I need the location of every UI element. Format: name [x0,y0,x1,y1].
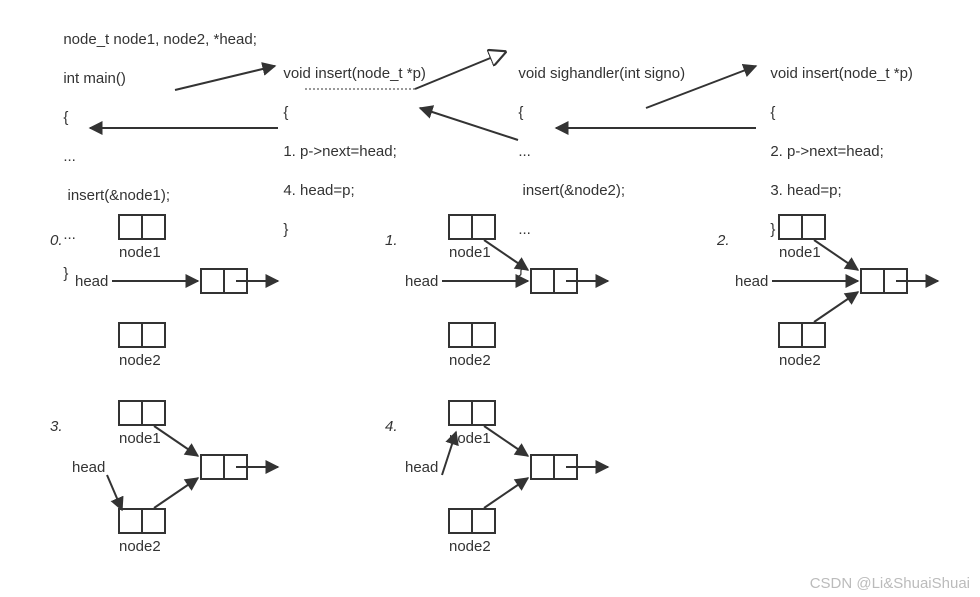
code-insert1: void insert(node_t *p) { 1. p->next=head… [275,44,426,239]
l1: 2. p->next=head; [770,143,883,160]
s0-node2-label: node2 [119,352,161,369]
s0-node1-label: node1 [119,244,161,261]
s2-node2-label: node2 [779,352,821,369]
brace: { [518,104,523,121]
brace: { [283,104,288,121]
s1-headnode [530,268,578,294]
insert2-sig: void insert(node_t *p) [770,65,913,82]
main-sig: int main() [63,70,126,87]
s0-node1 [118,214,166,240]
s4-node2 [448,508,496,534]
s3-node2-label: node2 [119,538,161,555]
ell: ... [518,221,531,238]
s2-headnode [860,268,908,294]
s3-head-label: head [72,459,105,476]
s2-head-label: head [735,273,768,290]
step-0: 0. [50,232,63,249]
code-insert2: void insert(node_t *p) { 2. p->next=head… [762,44,913,239]
step-3: 3. [50,418,63,435]
s3-headnode [200,454,248,480]
s4-node2-label: node2 [449,538,491,555]
brace: } [283,221,288,238]
brace: } [518,260,523,277]
sig-sig: void sighandler(int signo) [518,65,685,82]
s1-node1-label: node1 [449,244,491,261]
l2: 4. head=p; [283,182,354,199]
s2-node1 [778,214,826,240]
watermark: CSDN @Li&ShuaiShuai [810,575,970,592]
decl: node_t node1, node2, *head; [63,31,257,48]
call1: insert(&node1); [63,187,170,204]
s4-head-label: head [405,459,438,476]
s4-node1 [448,400,496,426]
brace: } [63,265,68,282]
s4-headnode [530,454,578,480]
ell: ... [518,143,531,160]
s0-head-label: head [75,273,108,290]
code-sighandler: void sighandler(int signo) { ... insert(… [510,44,685,278]
ell: ... [63,148,76,165]
code-main: node_t node1, node2, *head; int main() {… [55,10,257,283]
brace: { [770,104,775,121]
s3-node2 [118,508,166,534]
s0-node2 [118,322,166,348]
s4-node1-label: node1 [449,430,491,447]
sig-call: insert(&node2); [518,182,625,199]
step-4: 4. [385,418,398,435]
step-2: 2. [717,232,730,249]
s1-node2-label: node2 [449,352,491,369]
ell: ... [63,226,76,243]
step-1: 1. [385,232,398,249]
brace: { [63,109,68,126]
s2-node1-label: node1 [779,244,821,261]
brace: } [770,221,775,238]
s1-node1 [448,214,496,240]
s3-node1 [118,400,166,426]
s1-head-label: head [405,273,438,290]
s2-node2 [778,322,826,348]
s1-node2 [448,322,496,348]
l1: 1. p->next=head; [283,143,396,160]
s0-headnode [200,268,248,294]
insert1-sig: void insert(node_t *p) [283,65,426,82]
s3-node1-label: node1 [119,430,161,447]
l2: 3. head=p; [770,182,841,199]
